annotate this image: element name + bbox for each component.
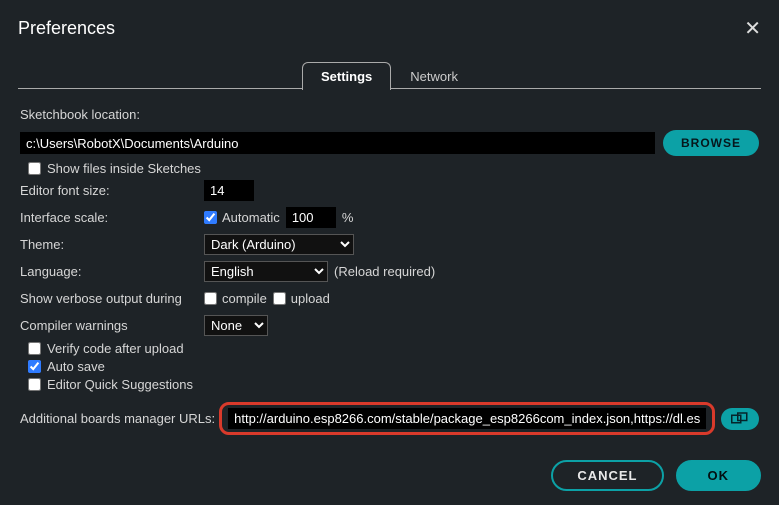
cancel-button[interactable]: CANCEL	[551, 460, 663, 491]
verbose-label: Show verbose output during	[20, 291, 204, 306]
additional-urls-input[interactable]	[228, 408, 706, 429]
theme-select[interactable]: Dark (Arduino)	[204, 234, 354, 255]
compile-label: compile	[222, 291, 267, 306]
reload-note: (Reload required)	[334, 264, 435, 279]
interface-scale-label: Interface scale:	[20, 210, 204, 225]
sketchbook-input[interactable]	[20, 132, 655, 154]
windows-icon	[731, 412, 749, 426]
show-files-label: Show files inside Sketches	[47, 161, 201, 176]
quick-suggestions-label: Editor Quick Suggestions	[47, 377, 193, 392]
theme-label: Theme:	[20, 237, 204, 252]
close-icon[interactable]: ✕	[744, 16, 761, 41]
autosave-checkbox[interactable]	[28, 360, 41, 373]
ok-button[interactable]: OK	[676, 460, 762, 491]
additional-urls-highlight	[219, 402, 715, 435]
language-select[interactable]: English	[204, 261, 328, 282]
tab-network[interactable]: Network	[391, 62, 477, 90]
font-size-input[interactable]	[204, 180, 254, 201]
sketchbook-label: Sketchbook location:	[20, 107, 204, 122]
autosave-label: Auto save	[47, 359, 105, 374]
warnings-select[interactable]: None	[204, 315, 268, 336]
editor-font-label: Editor font size:	[20, 183, 204, 198]
upload-checkbox[interactable]	[273, 292, 286, 305]
dialog-footer: CANCEL OK	[551, 460, 761, 491]
tab-settings[interactable]: Settings	[302, 62, 391, 90]
compiler-warnings-label: Compiler warnings	[20, 318, 204, 333]
preferences-dialog: Preferences ✕ Settings Network Sketchboo…	[0, 0, 779, 505]
settings-panel: Sketchbook location: BROWSE Show files i…	[18, 89, 761, 435]
show-files-checkbox[interactable]	[28, 162, 41, 175]
quick-suggestions-checkbox[interactable]	[28, 378, 41, 391]
titlebar: Preferences ✕	[18, 12, 761, 49]
dialog-title: Preferences	[18, 18, 115, 39]
automatic-label: Automatic	[222, 210, 280, 225]
tabs: Settings Network	[18, 61, 761, 89]
verify-label: Verify code after upload	[47, 341, 184, 356]
language-label: Language:	[20, 264, 204, 279]
automatic-checkbox[interactable]	[204, 211, 217, 224]
upload-label: upload	[291, 291, 330, 306]
additional-urls-label: Additional boards manager URLs:	[20, 411, 215, 426]
verify-checkbox[interactable]	[28, 342, 41, 355]
browse-button[interactable]: BROWSE	[663, 130, 759, 156]
compile-checkbox[interactable]	[204, 292, 217, 305]
percent-label: %	[342, 210, 354, 225]
expand-urls-button[interactable]	[721, 408, 759, 430]
scale-input[interactable]	[286, 207, 336, 228]
